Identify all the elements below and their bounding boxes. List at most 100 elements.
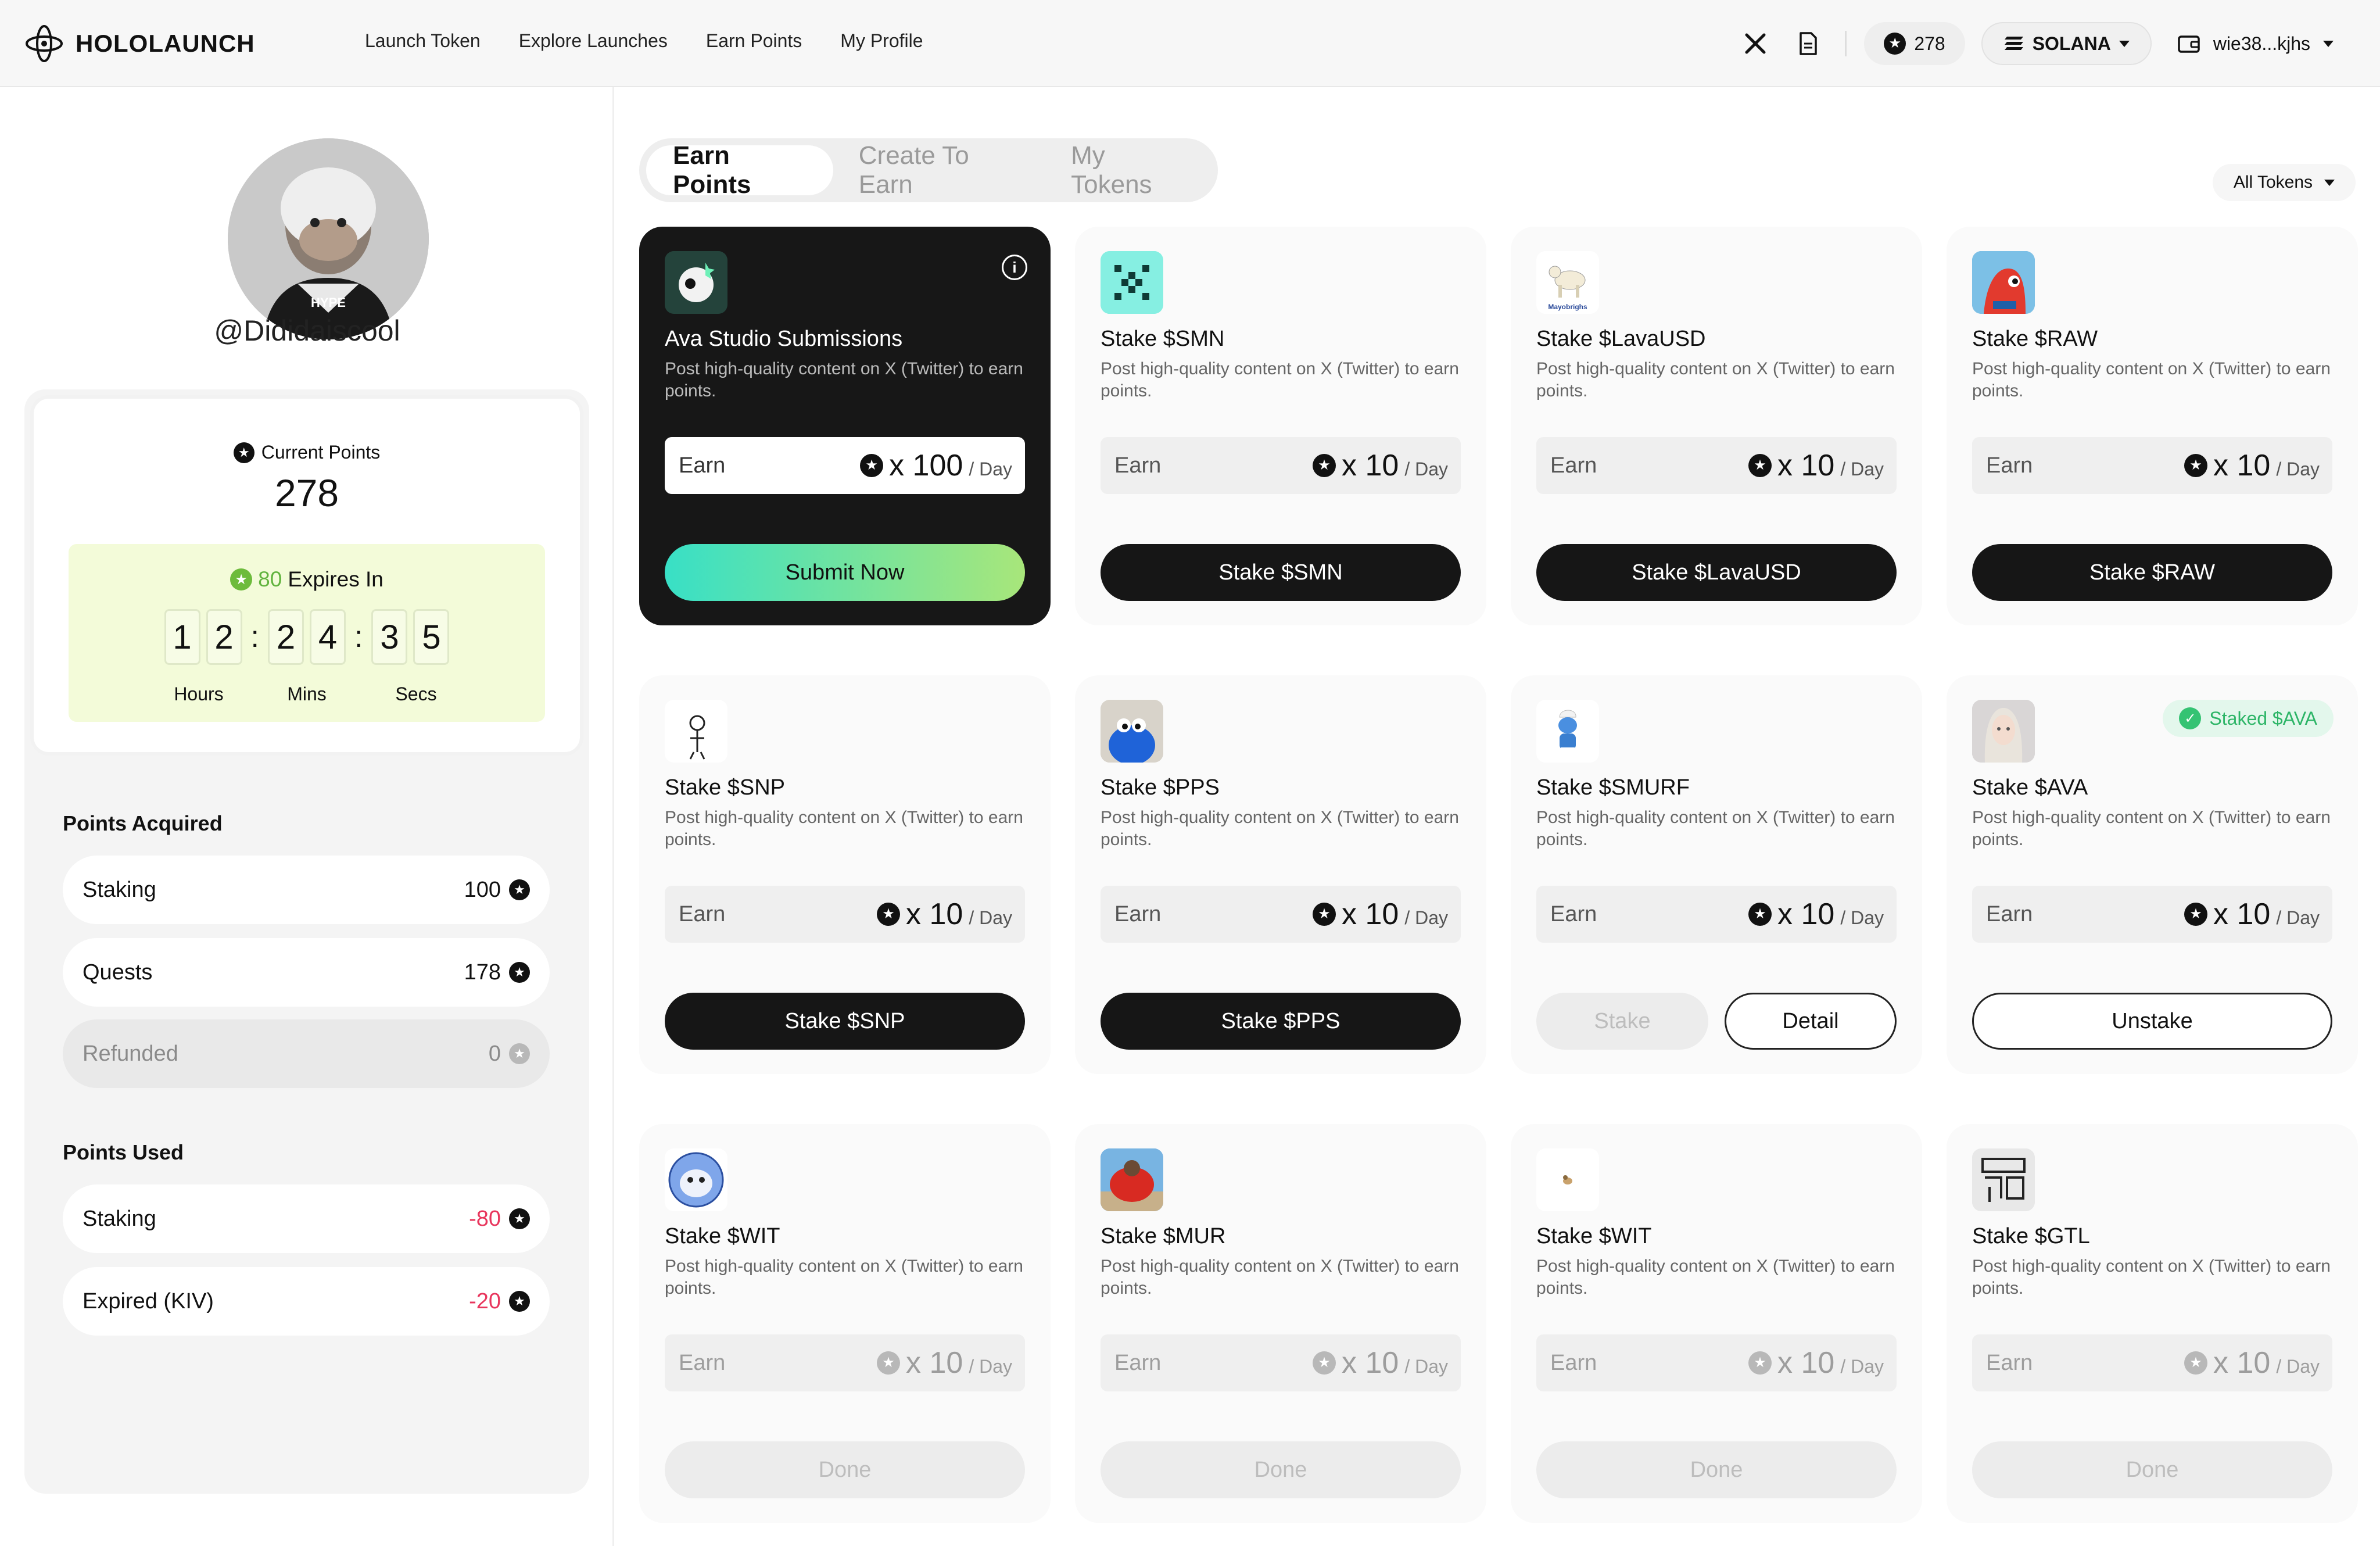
card-description: Post high-quality content on X (Twitter)… — [1536, 808, 1895, 849]
earn-label: Earn — [679, 453, 726, 478]
nav-earn-points[interactable]: Earn Points — [706, 30, 802, 52]
card-title: Stake $PPS — [1101, 775, 1220, 800]
chevron-down-icon — [2323, 40, 2334, 47]
points-pill[interactable]: ★ 278 — [1864, 22, 1965, 65]
tab-my-tokens[interactable]: My Tokens — [1045, 141, 1211, 199]
mins-label: Mins — [287, 683, 327, 704]
earn-card-ava-studio: i Ava Studio Submissions Post high-quali… — [639, 227, 1051, 625]
countdown-separator: : — [250, 620, 259, 654]
earn-label: Earn — [1550, 453, 1597, 478]
nav-launch-token[interactable]: Launch Token — [365, 30, 481, 52]
points-star-icon: ★ — [509, 1291, 530, 1312]
info-icon[interactable]: i — [1002, 255, 1027, 280]
row-label: Staking — [83, 877, 156, 902]
card-description: Post high-quality content on X (Twitter)… — [1101, 1257, 1459, 1298]
card-title: Stake $GTL — [1972, 1224, 2090, 1248]
points-star-icon: ★ — [2184, 454, 2208, 477]
earn-card-raw: Stake $RAW Post high-quality content on … — [1947, 227, 2358, 625]
row-value: 100 — [464, 877, 501, 902]
card-description: Post high-quality content on X (Twitter)… — [1101, 808, 1459, 849]
x-twitter-icon[interactable] — [1738, 26, 1773, 61]
detail-smurf-button[interactable]: Detail — [1725, 993, 1897, 1050]
points-star-icon: ★ — [860, 454, 884, 477]
per-day-label: / Day — [1404, 459, 1448, 479]
docs-icon[interactable] — [1790, 26, 1825, 61]
done-button[interactable]: Done — [1536, 1441, 1897, 1498]
tab-earn-points[interactable]: Earn Points — [646, 141, 833, 199]
earn-multiplier: x 10 — [2213, 1346, 2271, 1380]
points-star-icon: ★ — [1884, 33, 1906, 55]
tab-create-to-earn[interactable]: Create To Earn — [833, 141, 1045, 199]
ava-studio-icon — [665, 251, 727, 314]
done-button[interactable]: Done — [1101, 1441, 1461, 1498]
row-label: Quests — [83, 960, 153, 985]
earn-label: Earn — [1114, 1350, 1162, 1375]
points-star-icon: ★ — [1748, 903, 1772, 926]
nav-my-profile[interactable]: My Profile — [840, 30, 923, 52]
card-title: Stake $SMN — [1101, 327, 1225, 351]
earn-multiplier: x 10 — [1342, 897, 1399, 931]
nav-explore-launches[interactable]: Explore Launches — [519, 30, 668, 52]
earn-multiplier: x 10 — [1777, 897, 1835, 931]
snp-token-icon — [665, 700, 727, 763]
done-button[interactable]: Done — [1972, 1441, 2332, 1498]
acquired-row-refunded: Refunded 0 ★ — [63, 1019, 550, 1088]
submit-now-button[interactable]: Submit Now — [665, 544, 1025, 601]
brand-logo[interactable]: HOLOLAUNCH — [24, 23, 255, 64]
card-title: Stake $WIT — [1536, 1224, 1652, 1248]
avatar: HYPE — [228, 138, 429, 339]
per-day-label: / Day — [1404, 907, 1448, 928]
earn-rate: Earn ★ x 10/ Day — [1972, 437, 2332, 494]
wallet-menu[interactable]: wie38...kjhs — [2177, 33, 2334, 55]
card-description: Post high-quality content on X (Twitter)… — [1972, 359, 2331, 400]
raw-token-icon — [1972, 251, 2035, 314]
stake-lavausd-button[interactable]: Stake $LavaUSD — [1536, 544, 1897, 601]
svg-text:Mayobrighs: Mayobrighs — [1548, 303, 1587, 311]
token-filter-dropdown[interactable]: All Tokens — [2212, 164, 2356, 201]
used-row-staking: Staking -80 ★ — [63, 1184, 550, 1253]
earn-multiplier: x 100 — [889, 449, 963, 482]
row-label: Staking — [83, 1206, 156, 1231]
earn-label: Earn — [1550, 901, 1597, 926]
points-star-icon: ★ — [509, 962, 530, 983]
earn-label: Earn — [1986, 901, 2033, 926]
card-title: Stake $WIT — [665, 1224, 780, 1248]
lavausd-token-icon: Mayobrighs — [1536, 251, 1599, 314]
per-day-label: / Day — [1840, 1356, 1884, 1377]
card-description: Post high-quality content on X (Twitter)… — [665, 1257, 1023, 1298]
per-day-label: / Day — [2276, 1356, 2320, 1377]
card-description: Post high-quality content on X (Twitter)… — [665, 808, 1023, 849]
done-button[interactable]: Done — [665, 1441, 1025, 1498]
earn-card-snp: Stake $SNP Post high-quality content on … — [639, 675, 1051, 1074]
earn-card-wit: Stake $WIT Post high-quality content on … — [639, 1124, 1051, 1523]
earn-card-mur: Stake $MUR Post high-quality content on … — [1075, 1124, 1486, 1523]
earn-rate: Earn ★ x 10/ Day — [1536, 886, 1897, 943]
earn-rate: Earn ★ x 10/ Day — [1536, 1334, 1897, 1391]
stake-raw-button[interactable]: Stake $RAW — [1972, 544, 2332, 601]
acquired-row-quests: Quests 178 ★ — [63, 938, 550, 1007]
stake-snp-button[interactable]: Stake $SNP — [665, 993, 1025, 1050]
card-title: Ava Studio Submissions — [665, 327, 903, 351]
brand-name: HOLOLAUNCH — [76, 30, 255, 57]
hours-label: Hours — [174, 683, 224, 704]
stake-smurf-button[interactable]: Stake — [1536, 993, 1708, 1050]
earn-multiplier: x 10 — [1342, 449, 1399, 482]
earn-card-lavausd: Mayobrighs Stake $LavaUSD Post high-qual… — [1511, 227, 1922, 625]
points-star-icon: ★ — [509, 1208, 530, 1229]
unstake-ava-button[interactable]: Unstake — [1972, 993, 2332, 1050]
mur-token-icon — [1101, 1148, 1163, 1211]
countdown-digit: 1 — [164, 609, 200, 665]
chain-selector[interactable]: SOLANA — [1981, 22, 2152, 65]
earn-card-gtl: Stake $GTL Post high-quality content on … — [1947, 1124, 2358, 1523]
per-day-label: / Day — [2276, 459, 2320, 479]
stake-smn-button[interactable]: Stake $SMN — [1101, 544, 1461, 601]
hololaunch-logo-icon — [26, 25, 63, 62]
card-description: Post high-quality content on X (Twitter)… — [1972, 808, 2331, 849]
chevron-down-icon — [2324, 179, 2335, 186]
pps-token-icon — [1101, 700, 1163, 763]
earn-card-pps: Stake $PPS Post high-quality content on … — [1075, 675, 1486, 1074]
header-points-value: 278 — [1914, 33, 1945, 54]
expiry-countdown-box: ★ 80 Expires In 1 2 : 2 4 : 3 5 Hours Mi… — [69, 544, 545, 722]
stake-pps-button[interactable]: Stake $PPS — [1101, 993, 1461, 1050]
earn-label: Earn — [1550, 1350, 1597, 1375]
